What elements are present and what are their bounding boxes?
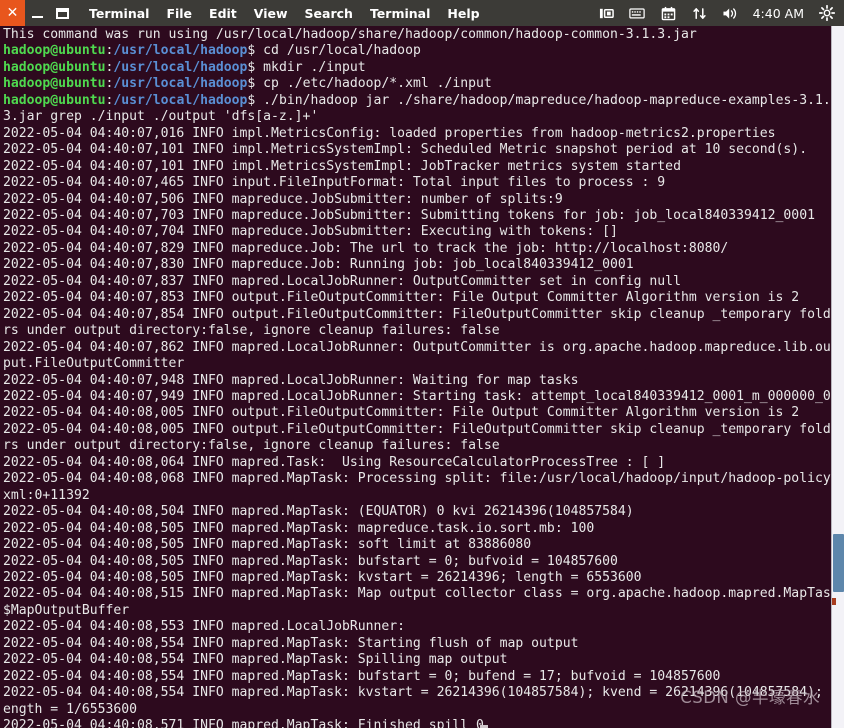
terminal-command-line: hadoop@ubuntu:/usr/local/hadoop$ cp ./et… (3, 76, 842, 92)
prompt-user: hadoop@ubuntu (3, 43, 106, 59)
menu-bar: Terminal File Edit View Search Terminal … (87, 0, 482, 26)
maximize-icon (56, 7, 69, 19)
command-text: cp ./etc/hadoop/*.xml ./input (263, 76, 492, 92)
menu-item-search[interactable]: Search (303, 4, 355, 23)
terminal-output-line: 2022-05-04 04:40:07,949 INFO mapred.Loca… (3, 388, 831, 404)
network-transfer-icon[interactable] (691, 5, 708, 22)
prompt-path: /usr/local/hadoop (113, 76, 248, 92)
terminal-output-line: 2022-05-04 04:40:07,465 INFO input.FileI… (3, 175, 666, 191)
terminal-output-line: 2022-05-04 04:40:08,505 INFO mapred.MapT… (3, 537, 532, 553)
terminal-output-line: 2022-05-04 04:40:07,703 INFO mapreduce.J… (3, 207, 815, 223)
menu-item-terminal[interactable]: Terminal (368, 4, 432, 23)
keyboard-icon[interactable] (629, 5, 646, 22)
prompt-path: /usr/local/hadoop (113, 92, 248, 108)
minimize-icon (32, 15, 43, 18)
watermark: CSDN @半壕春水 (680, 688, 820, 707)
terminal-output-line: 2022-05-04 04:40:08,554 INFO mapred.MapT… (3, 652, 508, 668)
prompt-path: /usr/local/hadoop (113, 59, 248, 75)
terminal-output-line: 2022-05-04 04:40:08,005 INFO output.File… (3, 421, 839, 454)
volume-icon[interactable] (722, 5, 739, 22)
terminal-output[interactable]: This command was run using /usr/local/ha… (0, 26, 844, 728)
settings-gear-icon[interactable] (818, 5, 835, 22)
prompt-dollar: $ (247, 76, 264, 92)
prompt-user: hadoop@ubuntu (3, 59, 106, 75)
terminal-output-line: This command was run using /usr/local/ha… (3, 27, 697, 42)
terminal-output-line: 2022-05-04 04:40:07,016 INFO impl.Metric… (3, 125, 776, 141)
close-button[interactable]: ✕ (0, 0, 25, 26)
terminal-command-line: hadoop@ubuntu:/usr/local/hadoop$ ./bin/h… (3, 93, 842, 126)
maximize-button[interactable] (50, 0, 75, 26)
terminal-output-line: 2022-05-04 04:40:07,862 INFO mapred.Loca… (3, 339, 839, 372)
system-tray: 4:40 AM (598, 0, 844, 26)
terminal-output-line: 2022-05-04 04:40:08,505 INFO mapred.MapT… (3, 569, 642, 585)
terminal-output-line: 2022-05-04 04:40:07,506 INFO mapreduce.J… (3, 191, 563, 207)
terminal-output-line: 2022-05-04 04:40:08,505 INFO mapred.MapT… (3, 520, 595, 536)
terminal-output-line: 2022-05-04 04:40:08,505 INFO mapred.MapT… (3, 553, 618, 569)
terminal-output-line: 2022-05-04 04:40:08,005 INFO output.File… (3, 405, 800, 421)
terminal-output-line: 2022-05-04 04:40:08,064 INFO mapred.Task… (3, 454, 666, 470)
terminal-command-line: hadoop@ubuntu:/usr/local/hadoop$ mkdir .… (3, 60, 842, 76)
prompt-user: hadoop@ubuntu (3, 76, 106, 92)
scrollbar-thumb[interactable] (833, 534, 844, 592)
terminal-output-line: 2022-05-04 04:40:07,948 INFO mapred.Loca… (3, 372, 579, 388)
window-controls: ✕ (0, 0, 75, 26)
menu-item-file[interactable]: File (164, 4, 194, 23)
terminal-command-line: hadoop@ubuntu:/usr/local/hadoop$ cd /usr… (3, 43, 842, 59)
terminal-output-line: 2022-05-04 04:40:08,504 INFO mapred.MapT… (3, 504, 634, 520)
terminal-output-line: 2022-05-04 04:40:08,554 INFO mapred.MapT… (3, 668, 721, 684)
menu-item-edit[interactable]: Edit (207, 4, 239, 23)
terminal-output-line: 2022-05-04 04:40:08,554 INFO mapred.MapT… (3, 635, 579, 651)
prompt-user: hadoop@ubuntu (3, 92, 106, 108)
terminal-output-line: 2022-05-04 04:40:08,553 INFO mapred.Loca… (3, 619, 413, 635)
terminal-output-line: 2022-05-04 04:40:07,837 INFO mapred.Loca… (3, 273, 681, 289)
terminal-scrollbar[interactable] (831, 26, 844, 728)
terminal-output-line: 2022-05-04 04:40:07,854 INFO output.File… (3, 306, 839, 339)
terminal-output-line: 2022-05-04 04:40:07,829 INFO mapreduce.J… (3, 240, 729, 256)
prompt-dollar: $ (247, 59, 264, 75)
terminal-output-line: 2022-05-04 04:40:08,571 INFO mapred.MapT… (3, 718, 484, 728)
terminal-output-line: 2022-05-04 04:40:07,101 INFO impl.Metric… (3, 158, 681, 174)
calendar-icon[interactable] (660, 5, 677, 22)
prompt-path: /usr/local/hadoop (113, 43, 248, 59)
menu-item-terminal-app[interactable]: Terminal (87, 4, 151, 23)
command-text: mkdir ./input (263, 59, 366, 75)
bluetooth-icon[interactable] (598, 5, 615, 22)
menu-item-view[interactable]: View (252, 4, 290, 23)
terminal-output-line: 2022-05-04 04:40:07,101 INFO impl.Metric… (3, 142, 808, 158)
window-titlebar: ✕ Terminal File Edit View Search Termina… (0, 0, 844, 26)
scrollbar-mark (832, 598, 836, 605)
minimize-button[interactable] (25, 0, 50, 26)
terminal-output-line: 2022-05-04 04:40:07,830 INFO mapreduce.J… (3, 257, 634, 273)
prompt-dollar: $ (247, 92, 264, 108)
terminal-output-line: 2022-05-04 04:40:07,853 INFO output.File… (3, 290, 800, 306)
terminal-output-line: 2022-05-04 04:40:08,515 INFO mapred.MapT… (3, 586, 839, 618)
terminal-output-line: 2022-05-04 04:40:08,068 INFO mapred.MapT… (3, 471, 839, 503)
clock[interactable]: 4:40 AM (753, 6, 804, 21)
close-icon: ✕ (6, 5, 19, 21)
terminal-window[interactable]: This command was run using /usr/local/ha… (0, 26, 844, 728)
terminal-output-line: 2022-05-04 04:40:07,704 INFO mapreduce.J… (3, 224, 618, 240)
command-text: cd /usr/local/hadoop (263, 43, 421, 59)
menu-item-help[interactable]: Help (445, 4, 481, 23)
prompt-dollar: $ (247, 43, 264, 59)
